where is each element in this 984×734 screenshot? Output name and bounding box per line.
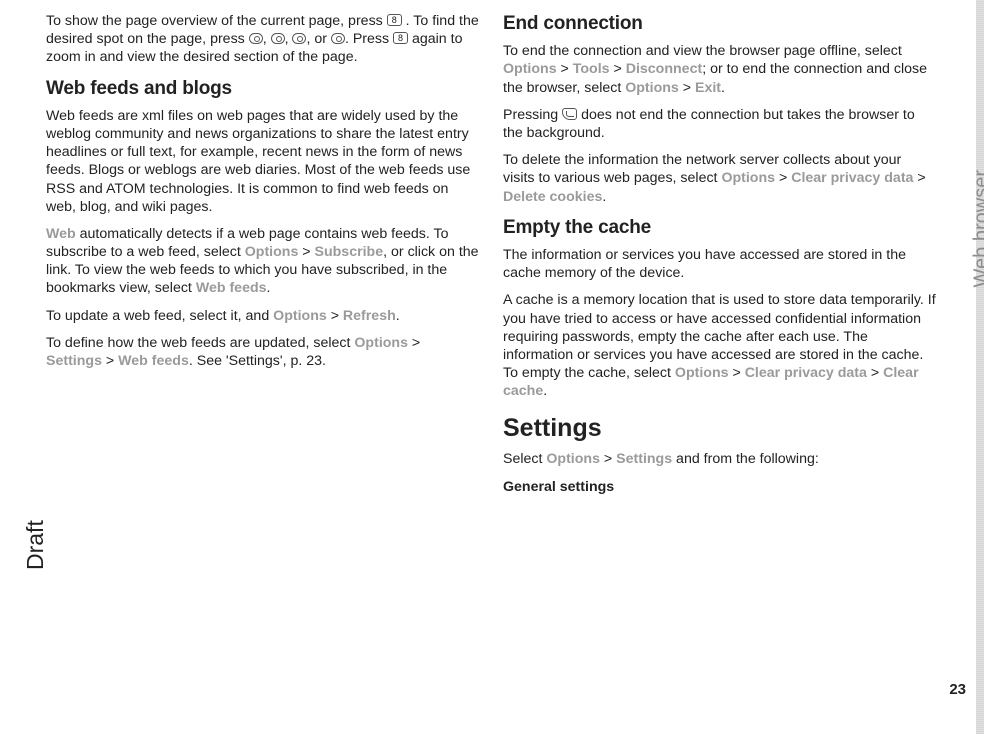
txt: To end the connection and view the brows… (503, 43, 902, 59)
ref-tools: Tools (573, 61, 610, 77)
txt: , (263, 31, 271, 47)
heading-end-connection: End connection (503, 12, 936, 36)
cache-desc-2: A cache is a memory location that is use… (503, 291, 936, 400)
txt: To update a web feed, select it, and (46, 308, 273, 324)
update-feed-para: To update a web feed, select it, and Opt… (46, 307, 479, 325)
draft-watermark: Draft (22, 520, 49, 570)
txt: . (543, 383, 547, 399)
press-end-para: Pressing does not end the connection but… (503, 106, 936, 142)
txt: and from the following: (672, 451, 819, 467)
sep: > (102, 353, 118, 369)
txt: . (721, 80, 725, 96)
page-number: 23 (949, 681, 966, 698)
nav-key-icon (271, 33, 285, 44)
ref-web-feeds: Web feeds (118, 353, 189, 369)
ref-web: Web (46, 226, 76, 242)
decorative-edge (976, 0, 984, 734)
ref-subscribe: Subscribe (315, 244, 384, 260)
ref-clear-privacy: Clear privacy data (791, 170, 913, 186)
end-conn-para: To end the connection and view the brows… (503, 42, 936, 97)
ref-delete-cookies: Delete cookies (503, 189, 602, 205)
ref-settings: Settings (46, 353, 102, 369)
txt: , (285, 31, 293, 47)
ref-exit: Exit (695, 80, 721, 96)
sep: > (557, 61, 573, 77)
ref-options: Options (503, 61, 557, 77)
sep: > (610, 61, 626, 77)
sep: > (600, 451, 616, 467)
heading-web-feeds: Web feeds and blogs (46, 77, 479, 101)
overview-para: To show the page overview of the current… (46, 12, 479, 67)
page-content: To show the page overview of the current… (46, 12, 936, 712)
txt: . (396, 308, 400, 324)
sep: > (775, 170, 791, 186)
sep: > (679, 80, 695, 96)
txt: . (602, 189, 606, 205)
define-feed-para: To define how the web feeds are updated,… (46, 334, 479, 370)
ref-options: Options (273, 308, 327, 324)
heading-settings: Settings (503, 412, 936, 444)
sep: > (913, 170, 925, 186)
general-settings-label: General settings (503, 478, 936, 496)
sep: > (729, 365, 745, 381)
nav-key-icon (292, 33, 306, 44)
ref-options: Options (675, 365, 729, 381)
ref-web-feeds: Web feeds (196, 280, 267, 296)
heading-empty-cache: Empty the cache (503, 216, 936, 240)
sep: > (867, 365, 883, 381)
settings-select-para: Select Options > Settings and from the f… (503, 450, 936, 468)
delete-cookies-para: To delete the information the network se… (503, 151, 936, 206)
sep: > (327, 308, 343, 324)
txt: Select (503, 451, 546, 467)
ref-options: Options (245, 244, 299, 260)
txt: Pressing (503, 107, 562, 123)
ref-options: Options (721, 170, 775, 186)
txt: . Press (345, 31, 393, 47)
web-feeds-desc: Web feeds are xml files on web pages tha… (46, 107, 479, 216)
section-label: Web browser (970, 170, 984, 287)
txt: . See 'Settings', p. 23. (189, 353, 326, 369)
cache-desc-1: The information or services you have acc… (503, 246, 936, 282)
ref-clear-privacy: Clear privacy data (745, 365, 867, 381)
ref-settings: Settings (616, 451, 672, 467)
key-8-icon: 8 (387, 14, 402, 26)
sep: > (408, 335, 420, 351)
ref-options: Options (546, 451, 600, 467)
txt: . (267, 280, 271, 296)
txt: , or (306, 31, 330, 47)
ref-options: Options (625, 80, 679, 96)
txt: To define how the web feeds are updated,… (46, 335, 354, 351)
right-column: End connection To end the connection and… (503, 12, 936, 712)
key-8-icon: 8 (393, 32, 408, 44)
subscribe-para: Web automatically detects if a web page … (46, 225, 479, 298)
nav-key-icon (331, 33, 345, 44)
left-column: To show the page overview of the current… (46, 12, 479, 712)
ref-refresh: Refresh (343, 308, 396, 324)
end-key-icon (562, 108, 577, 120)
nav-key-icon (249, 33, 263, 44)
txt: To show the page overview of the current… (46, 13, 387, 29)
sep: > (298, 244, 314, 260)
ref-options: Options (354, 335, 408, 351)
ref-disconnect: Disconnect (626, 61, 702, 77)
